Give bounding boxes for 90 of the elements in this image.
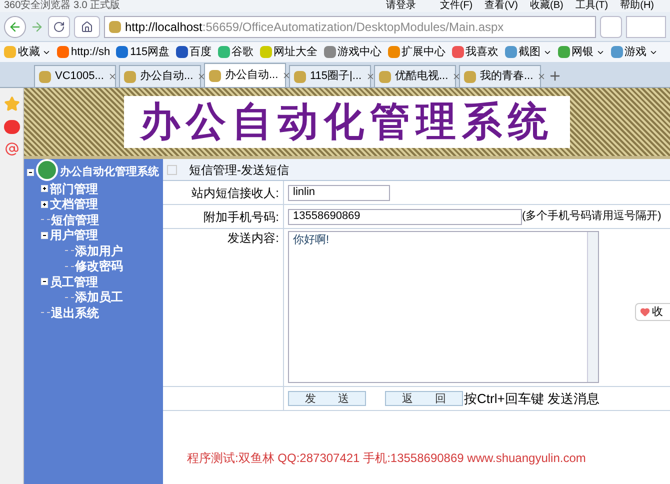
bookmark-item[interactable]: 网银 [558, 44, 605, 60]
bookmark-icon [610, 46, 623, 58]
close-icon[interactable] [537, 72, 546, 81]
at-icon[interactable] [4, 142, 18, 156]
expand-toggle-icon[interactable] [41, 200, 48, 208]
tree-item[interactable]: 办公自动化管理系统 [60, 164, 159, 180]
bookmark-item[interactable]: 我喜欢 [452, 44, 499, 60]
tree-item[interactable]: 退出系统 [51, 304, 99, 322]
heart-icon [640, 307, 650, 317]
bookmark-icon [4, 46, 16, 58]
close-icon[interactable] [452, 72, 462, 81]
menu-item[interactable]: 工具(T) [575, 0, 608, 12]
bookmark-icon [260, 46, 272, 58]
bookmark-item[interactable]: 网址大全 [260, 44, 318, 60]
bookmark-item[interactable]: 谷歌 [218, 44, 254, 60]
close-icon[interactable] [366, 72, 375, 81]
site-icon [109, 20, 121, 32]
close-icon[interactable] [282, 71, 292, 80]
panel-title: 短信管理-发送短信 [189, 162, 289, 178]
menu-item[interactable]: 收藏(B) [530, 0, 564, 12]
browser-tab[interactable]: 办公自动... [204, 63, 286, 87]
browser-tab[interactable]: 办公自动... [119, 65, 201, 87]
plus-icon [548, 69, 562, 83]
tab-icon [39, 70, 51, 82]
tab-icon [124, 70, 136, 82]
favorite-float-button[interactable]: 收 [635, 303, 670, 321]
phone-hint: (多个手机号码请用逗号隔开) [522, 209, 662, 224]
bookmark-item[interactable]: 游戏中心 [324, 44, 382, 60]
bookmark-icon [116, 46, 128, 58]
tree-item[interactable]: 修改密码 [75, 257, 123, 276]
tree-item[interactable]: 文档管理 [50, 195, 98, 214]
browser-tab[interactable]: 115圈子|... [289, 65, 371, 87]
bookmark-item[interactable]: 百度 [176, 44, 212, 60]
menu-item[interactable]: 帮助(H) [620, 0, 654, 12]
field-label: 发送内容: [228, 230, 279, 247]
recipient-input[interactable]: linlin [288, 184, 390, 200]
login-link[interactable]: 请登录 [386, 0, 416, 12]
content-textarea[interactable]: 你好啊! [288, 231, 599, 383]
star-icon[interactable] [4, 96, 20, 112]
tree-item[interactable]: 添加用户 [75, 242, 123, 260]
bookmark-icon [324, 46, 336, 58]
menu-item[interactable]: 查看(V) [484, 0, 518, 12]
tree-item[interactable]: 添加员工 [75, 288, 123, 306]
address-field[interactable]: http://localhost:56659/OfficeAutomatization/DesktopModules/Main.aspx [104, 16, 596, 38]
bookmark-item[interactable]: 收藏 [4, 44, 51, 60]
bookmark-icon [388, 46, 400, 58]
bookmark-item[interactable]: http://sh [57, 44, 110, 60]
phone-input[interactable]: 13558690869 [288, 208, 522, 224]
globe-icon [36, 159, 58, 181]
bookmark-icon [218, 46, 230, 58]
bookmark-item[interactable]: 截图 [504, 44, 552, 60]
collapse-toggle-icon[interactable] [27, 168, 34, 176]
tree-item[interactable]: 用户管理 [50, 226, 98, 244]
tab-icon [379, 70, 391, 82]
expand-toggle-icon[interactable] [41, 185, 48, 192]
bookmark-icon [452, 46, 464, 58]
send-button[interactable]: 发 送 [288, 391, 366, 406]
collapse-toggle-icon[interactable] [41, 232, 48, 239]
home-button[interactable] [74, 16, 100, 38]
shortcut-hint: 按Ctrl+回车键 发送消息 [464, 390, 600, 408]
tree-item[interactable]: 部门管理 [50, 180, 98, 198]
close-icon[interactable] [108, 72, 117, 81]
scrollbar[interactable] [587, 232, 598, 382]
home-icon [81, 20, 93, 32]
bookmark-icon [176, 46, 188, 58]
tab-icon [464, 70, 476, 82]
footer-text: 程序测试:双鱼林 QQ:287307421 手机:13558690869 www.shuangyulin.com [187, 450, 586, 466]
banner-title: 办公自动化管理系统 [140, 98, 554, 145]
refresh-icon [53, 20, 65, 32]
bookmark-icon [504, 46, 517, 58]
bookmark-icon [558, 46, 570, 58]
back-button[interactable]: 返 回 [385, 391, 463, 406]
tree-item[interactable]: 员工管理 [50, 272, 98, 291]
bookmark-item[interactable]: 扩展中心 [388, 44, 446, 60]
tab-icon [294, 70, 306, 82]
close-icon[interactable] [197, 72, 206, 81]
panel-icon [167, 164, 177, 174]
tab-icon [209, 70, 221, 82]
field-label: 附加手机号码: [204, 208, 279, 226]
tree-item[interactable]: 短信管理 [51, 210, 99, 229]
field-label: 站内短信接收人: [192, 184, 279, 202]
refresh-button[interactable] [48, 16, 70, 38]
browser-tab[interactable]: VC1005... [34, 65, 116, 87]
browser-tab[interactable]: 优酷电视... [374, 65, 456, 87]
back-button[interactable] [4, 16, 26, 38]
bookmark-item[interactable]: 游戏 [610, 44, 658, 60]
collapse-toggle-icon[interactable] [41, 278, 48, 286]
bookmark-item[interactable]: 115网盘 [116, 44, 170, 60]
weibo-icon[interactable] [4, 120, 20, 134]
bookmark-icon [57, 46, 69, 58]
